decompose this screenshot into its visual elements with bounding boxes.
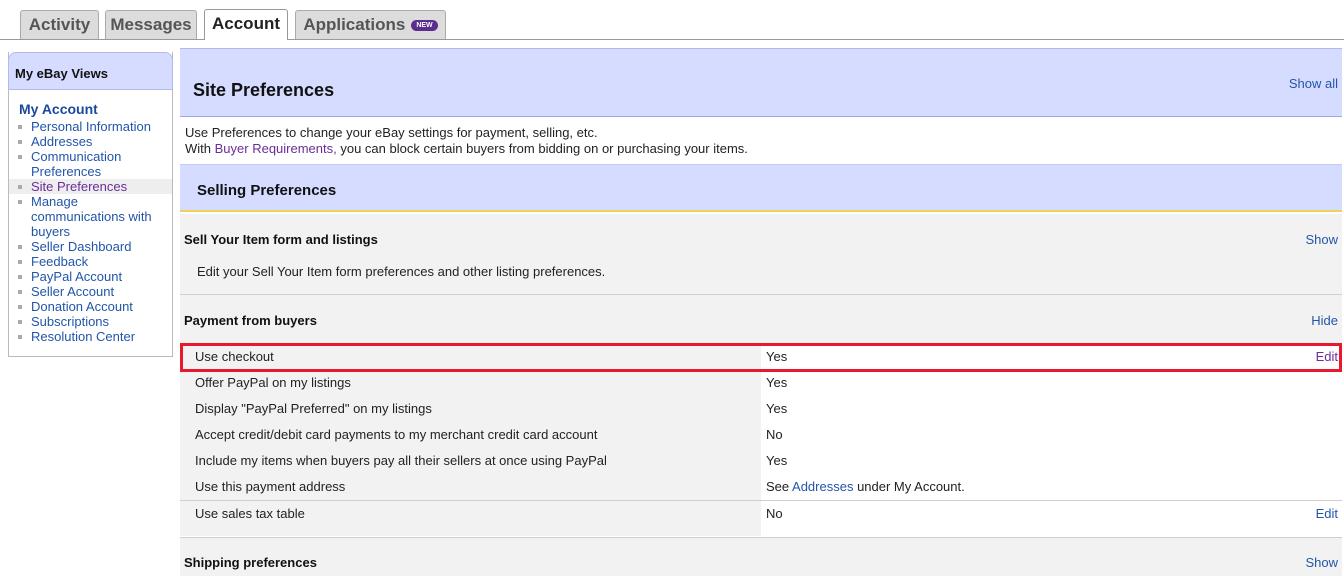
sidebar-item-personal-information[interactable]: Personal Information [9,119,172,134]
setting-row-paypal-preferred: Display "PayPal Preferred" on my listing… [180,396,1342,422]
setting-value: Yes [761,344,1342,370]
shipping-section-title: Shipping preferences [184,555,317,570]
sidebar: My eBay Views My Account Personal Inform… [8,52,173,357]
sidebar-item-site-preferences[interactable]: Site Preferences [9,179,172,194]
shipping-show-link[interactable]: Show [1305,555,1338,570]
intro-line-2: With Buyer Requirements, you can block c… [185,141,748,157]
new-badge: NEW [411,20,438,31]
edit-sales-tax-link[interactable]: Edit [1316,506,1338,521]
tab-divider [0,39,1344,40]
setting-label: Display "PayPal Preferred" on my listing… [180,396,761,422]
intro-line-1: Use Preferences to change your eBay sett… [185,125,598,140]
setting-row-pay-all-sellers: Include my items when buyers pay all the… [180,448,1342,474]
tab-bar: Activity Messages Account Applications NE… [0,0,1344,41]
payment-section-title: Payment from buyers [184,313,317,328]
selling-preferences-header: Selling Preferences [180,164,1342,212]
setting-row-use-checkout: Use checkout Yes Edit [180,344,1342,370]
setting-row-sales-tax: Use sales tax table No Edit [180,500,1342,536]
sell-form-description: Edit your Sell Your Item form preference… [197,264,606,279]
sidebar-item-resolution-center[interactable]: Resolution Center [9,329,172,344]
intro-text: Use Preferences to change your eBay sett… [185,125,748,157]
tab-applications-label: Applications [303,15,406,34]
setting-value: No [761,501,1342,536]
setting-value: Yes [761,448,1342,474]
sidebar-nav: Personal Information Addresses Communica… [9,119,172,344]
setting-label: Use checkout [180,344,761,370]
sidebar-item-seller-dashboard[interactable]: Seller Dashboard [9,239,172,254]
tab-account[interactable]: Account [204,9,288,40]
page-title: Site Preferences [193,80,335,100]
setting-label: Offer PayPal on my listings [180,370,761,396]
buyer-requirements-link[interactable]: Buyer Requirements, [215,141,337,156]
sidebar-header: My eBay Views [8,52,173,90]
selling-preferences-title: Selling Preferences [197,182,337,199]
setting-label: Accept credit/debit card payments to my … [180,422,761,448]
intro-rest: you can block certain buyers from biddin… [336,141,748,156]
addresses-link[interactable]: Addresses [792,479,853,494]
sidebar-item-addresses[interactable]: Addresses [9,134,172,149]
setting-value: Yes [761,370,1342,396]
sidebar-item-subscriptions[interactable]: Subscriptions [9,314,172,329]
setting-value: Yes [761,396,1342,422]
sell-form-section: Sell Your Item form and listings Show Ed… [180,214,1342,294]
sidebar-item-feedback[interactable]: Feedback [9,254,172,269]
shipping-section-header: Shipping preferences Show [180,537,1342,576]
payment-section-header: Payment from buyers Hide [180,294,1342,344]
value-suffix: under My Account. [853,479,965,494]
sidebar-item-donation-account[interactable]: Donation Account [9,299,172,314]
setting-row-accept-cards: Accept credit/debit card payments to my … [180,422,1342,448]
sidebar-item-manage-communications[interactable]: Manage communications with buyers [9,194,172,239]
site-preferences-header: Site Preferences Show all [180,48,1342,117]
tab-messages[interactable]: Messages [105,10,197,39]
sidebar-item-paypal-account[interactable]: PayPal Account [9,269,172,284]
setting-label: Include my items when buyers pay all the… [180,448,761,474]
sell-form-show-link[interactable]: Show [1305,232,1338,247]
setting-row-offer-paypal: Offer PayPal on my listings Yes [180,370,1342,396]
setting-value: See Addresses under My Account. [761,474,1342,500]
sidebar-title-my-account[interactable]: My Account [19,101,172,117]
edit-use-checkout-link[interactable]: Edit [1316,349,1338,364]
value-prefix: See [766,479,793,494]
tab-applications[interactable]: Applications NEW [295,10,446,39]
setting-label: Use sales tax table [180,501,761,536]
tab-activity[interactable]: Activity [20,10,99,39]
setting-label: Use this payment address [180,474,761,500]
setting-row-payment-address: Use this payment address See Addresses u… [180,474,1342,500]
main-content: Site Preferences Show all Use Preference… [180,48,1342,576]
sidebar-item-seller-account[interactable]: Seller Account [9,284,172,299]
show-all-link[interactable]: Show all [1289,76,1338,91]
payment-hide-link[interactable]: Hide [1311,313,1338,328]
setting-value: No [761,422,1342,448]
sidebar-item-communication-preferences[interactable]: Communication Preferences [9,149,172,179]
intro-with: With [185,141,215,156]
sell-form-title: Sell Your Item form and listings [184,232,378,247]
